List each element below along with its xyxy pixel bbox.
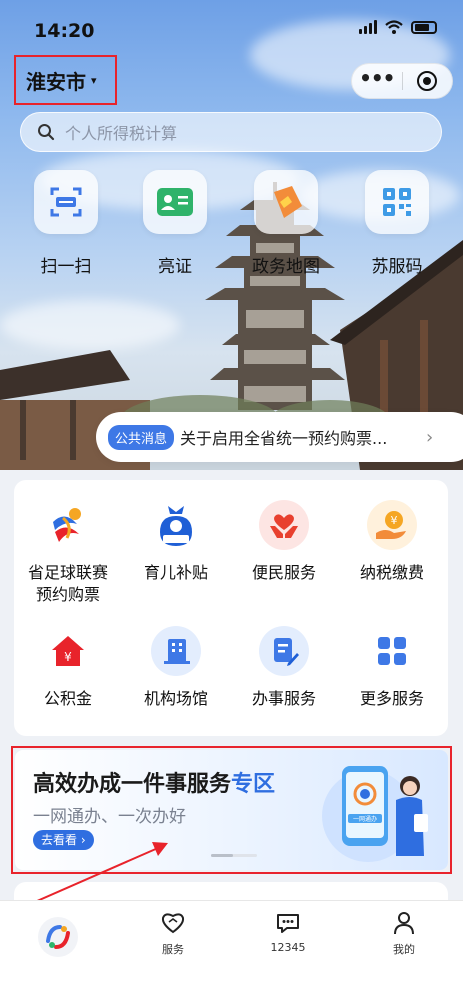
banner-title: 高效办成一件事服务专区 <box>33 772 276 797</box>
heart-icon <box>161 913 185 934</box>
service-label: 纳税缴费 <box>359 563 424 582</box>
tab-mine[interactable]: 我的 <box>364 911 444 957</box>
one-thing-service-banner[interactable]: 高效办成一件事服务专区 一网通办、一次办好 去看看 › 一网通办 <box>11 746 452 874</box>
service-more[interactable]: 更多服务 <box>338 626 446 710</box>
home-logo-icon <box>38 917 78 957</box>
svg-text:¥: ¥ <box>64 650 72 664</box>
more-icon[interactable]: ••• <box>352 68 402 88</box>
map-pin-icon <box>254 170 318 234</box>
tab-label: 12345 <box>270 941 306 954</box>
service-childcare-subsidy[interactable]: 育儿补贴 <box>122 500 230 584</box>
city-selector[interactable]: 淮安市 ▾ <box>14 55 117 105</box>
notice-tag: 公共消息 <box>108 424 175 450</box>
tab-12345[interactable]: 12345 <box>248 911 328 954</box>
quick-action-qrcode[interactable]: 苏服码 <box>357 170 437 277</box>
id-card-icon <box>143 170 207 234</box>
qr-code-icon <box>365 170 429 234</box>
service-label: 省足球联赛 预约购票 <box>27 563 108 604</box>
service-label: 机构场馆 <box>143 689 208 708</box>
banner-go-button[interactable]: 去看看 › <box>33 830 94 850</box>
service-football-league[interactable]: 省足球联赛 预约购票 <box>14 500 122 606</box>
service-convenience[interactable]: 便民服务 <box>230 500 338 584</box>
services-grid: 省足球联赛 预约购票 育儿补贴 便民服务 ¥ 纳税缴费 ¥ 公积金 机构场馆 办… <box>14 480 448 736</box>
service-label: 更多服务 <box>359 689 424 708</box>
tab-label: 服务 <box>162 943 184 956</box>
wifi-icon <box>385 20 403 34</box>
search-placeholder: 个人所得税计算 <box>65 124 178 143</box>
status-bar: 14:20 <box>0 0 463 56</box>
tab-services[interactable]: 服务 <box>133 911 213 957</box>
svg-text:¥: ¥ <box>391 514 398 527</box>
notice-text: 关于启用全省统一预约购票... <box>180 429 388 448</box>
service-affairs[interactable]: 办事服务 <box>230 626 338 710</box>
tab-label: 我的 <box>393 943 415 956</box>
chevron-right-icon: › <box>426 426 434 448</box>
service-tax-payment[interactable]: ¥ 纳税缴费 <box>338 500 446 584</box>
chat-icon <box>277 914 299 933</box>
quick-action-scan[interactable]: 扫一扫 <box>26 170 106 277</box>
banner-art-label: 一网通办 <box>353 815 377 823</box>
quick-action-id[interactable]: 亮证 <box>135 170 215 277</box>
battery-icon <box>411 20 437 34</box>
service-housing-fund[interactable]: ¥ 公积金 <box>14 626 122 710</box>
quick-action-label: 政务地图 <box>252 257 320 277</box>
quick-action-label: 扫一扫 <box>40 257 92 277</box>
tab-home[interactable] <box>18 915 98 959</box>
housing-fund-icon: ¥ <box>43 626 93 676</box>
service-label: 公积金 <box>43 689 92 708</box>
service-venues[interactable]: 机构场馆 <box>122 626 230 710</box>
user-icon <box>394 912 414 935</box>
yen-hand-icon: ¥ <box>367 500 417 550</box>
building-icon <box>151 626 201 676</box>
carousel-indicator <box>211 854 257 857</box>
grid-icon <box>367 626 417 676</box>
football-league-icon <box>43 500 93 550</box>
caret-down-icon: ▾ <box>91 73 97 87</box>
quick-action-map[interactable]: 政务地图 <box>246 170 326 277</box>
city-name: 淮安市 <box>26 69 86 94</box>
document-edit-icon <box>259 626 309 676</box>
miniprogram-capsule: ••• <box>351 63 453 99</box>
childcare-subsidy-icon <box>151 500 201 550</box>
quick-action-label: 亮证 <box>158 257 192 277</box>
service-label: 办事服务 <box>251 689 316 708</box>
service-label: 便民服务 <box>251 563 316 582</box>
banner-illustration: 一网通办 <box>322 766 428 862</box>
tab-bar: 服务 12345 我的 <box>0 900 463 982</box>
status-time: 14:20 <box>34 20 95 42</box>
quick-action-label: 苏服码 <box>371 257 423 277</box>
search-bar[interactable]: 个人所得税计算 <box>20 112 442 152</box>
close-target-icon[interactable] <box>402 71 452 91</box>
signal-icon <box>359 20 377 34</box>
heart-hands-icon <box>259 500 309 550</box>
scan-icon <box>34 170 98 234</box>
search-icon <box>38 124 55 141</box>
service-label: 育儿补贴 <box>143 563 208 582</box>
notice-bar[interactable]: 公共消息 关于启用全省统一预约购票... › <box>96 412 463 462</box>
status-icons <box>359 20 437 34</box>
banner-subtitle: 一网通办、一次办好 <box>33 807 186 827</box>
